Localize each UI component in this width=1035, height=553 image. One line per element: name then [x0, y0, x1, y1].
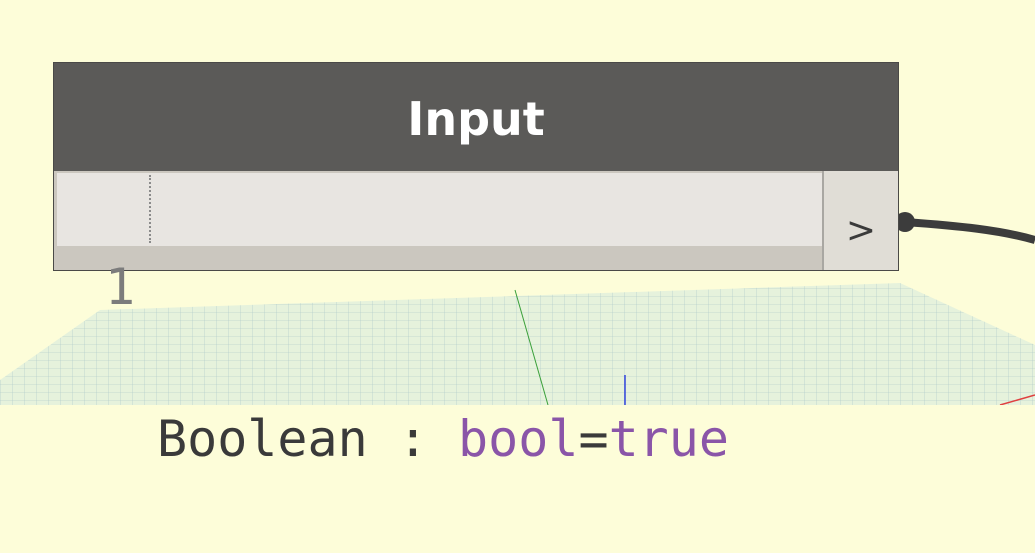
line-number: 1: [105, 258, 136, 316]
code-eq: =: [578, 410, 609, 468]
code-name: Boolean :: [157, 410, 459, 468]
code-editor[interactable]: 1 Boolean : bool=true: [57, 173, 822, 468]
code-type: bool: [458, 410, 579, 468]
gutter-divider: [149, 175, 151, 243]
code-value: true: [608, 410, 729, 468]
node-title[interactable]: Input: [54, 63, 898, 171]
input-node[interactable]: Input 1 Boolean : bool=true >: [53, 62, 899, 468]
code-line: Boolean : bool=true: [157, 401, 729, 477]
connector-wire: [904, 218, 1035, 244]
output-port[interactable]: >: [822, 171, 898, 270]
